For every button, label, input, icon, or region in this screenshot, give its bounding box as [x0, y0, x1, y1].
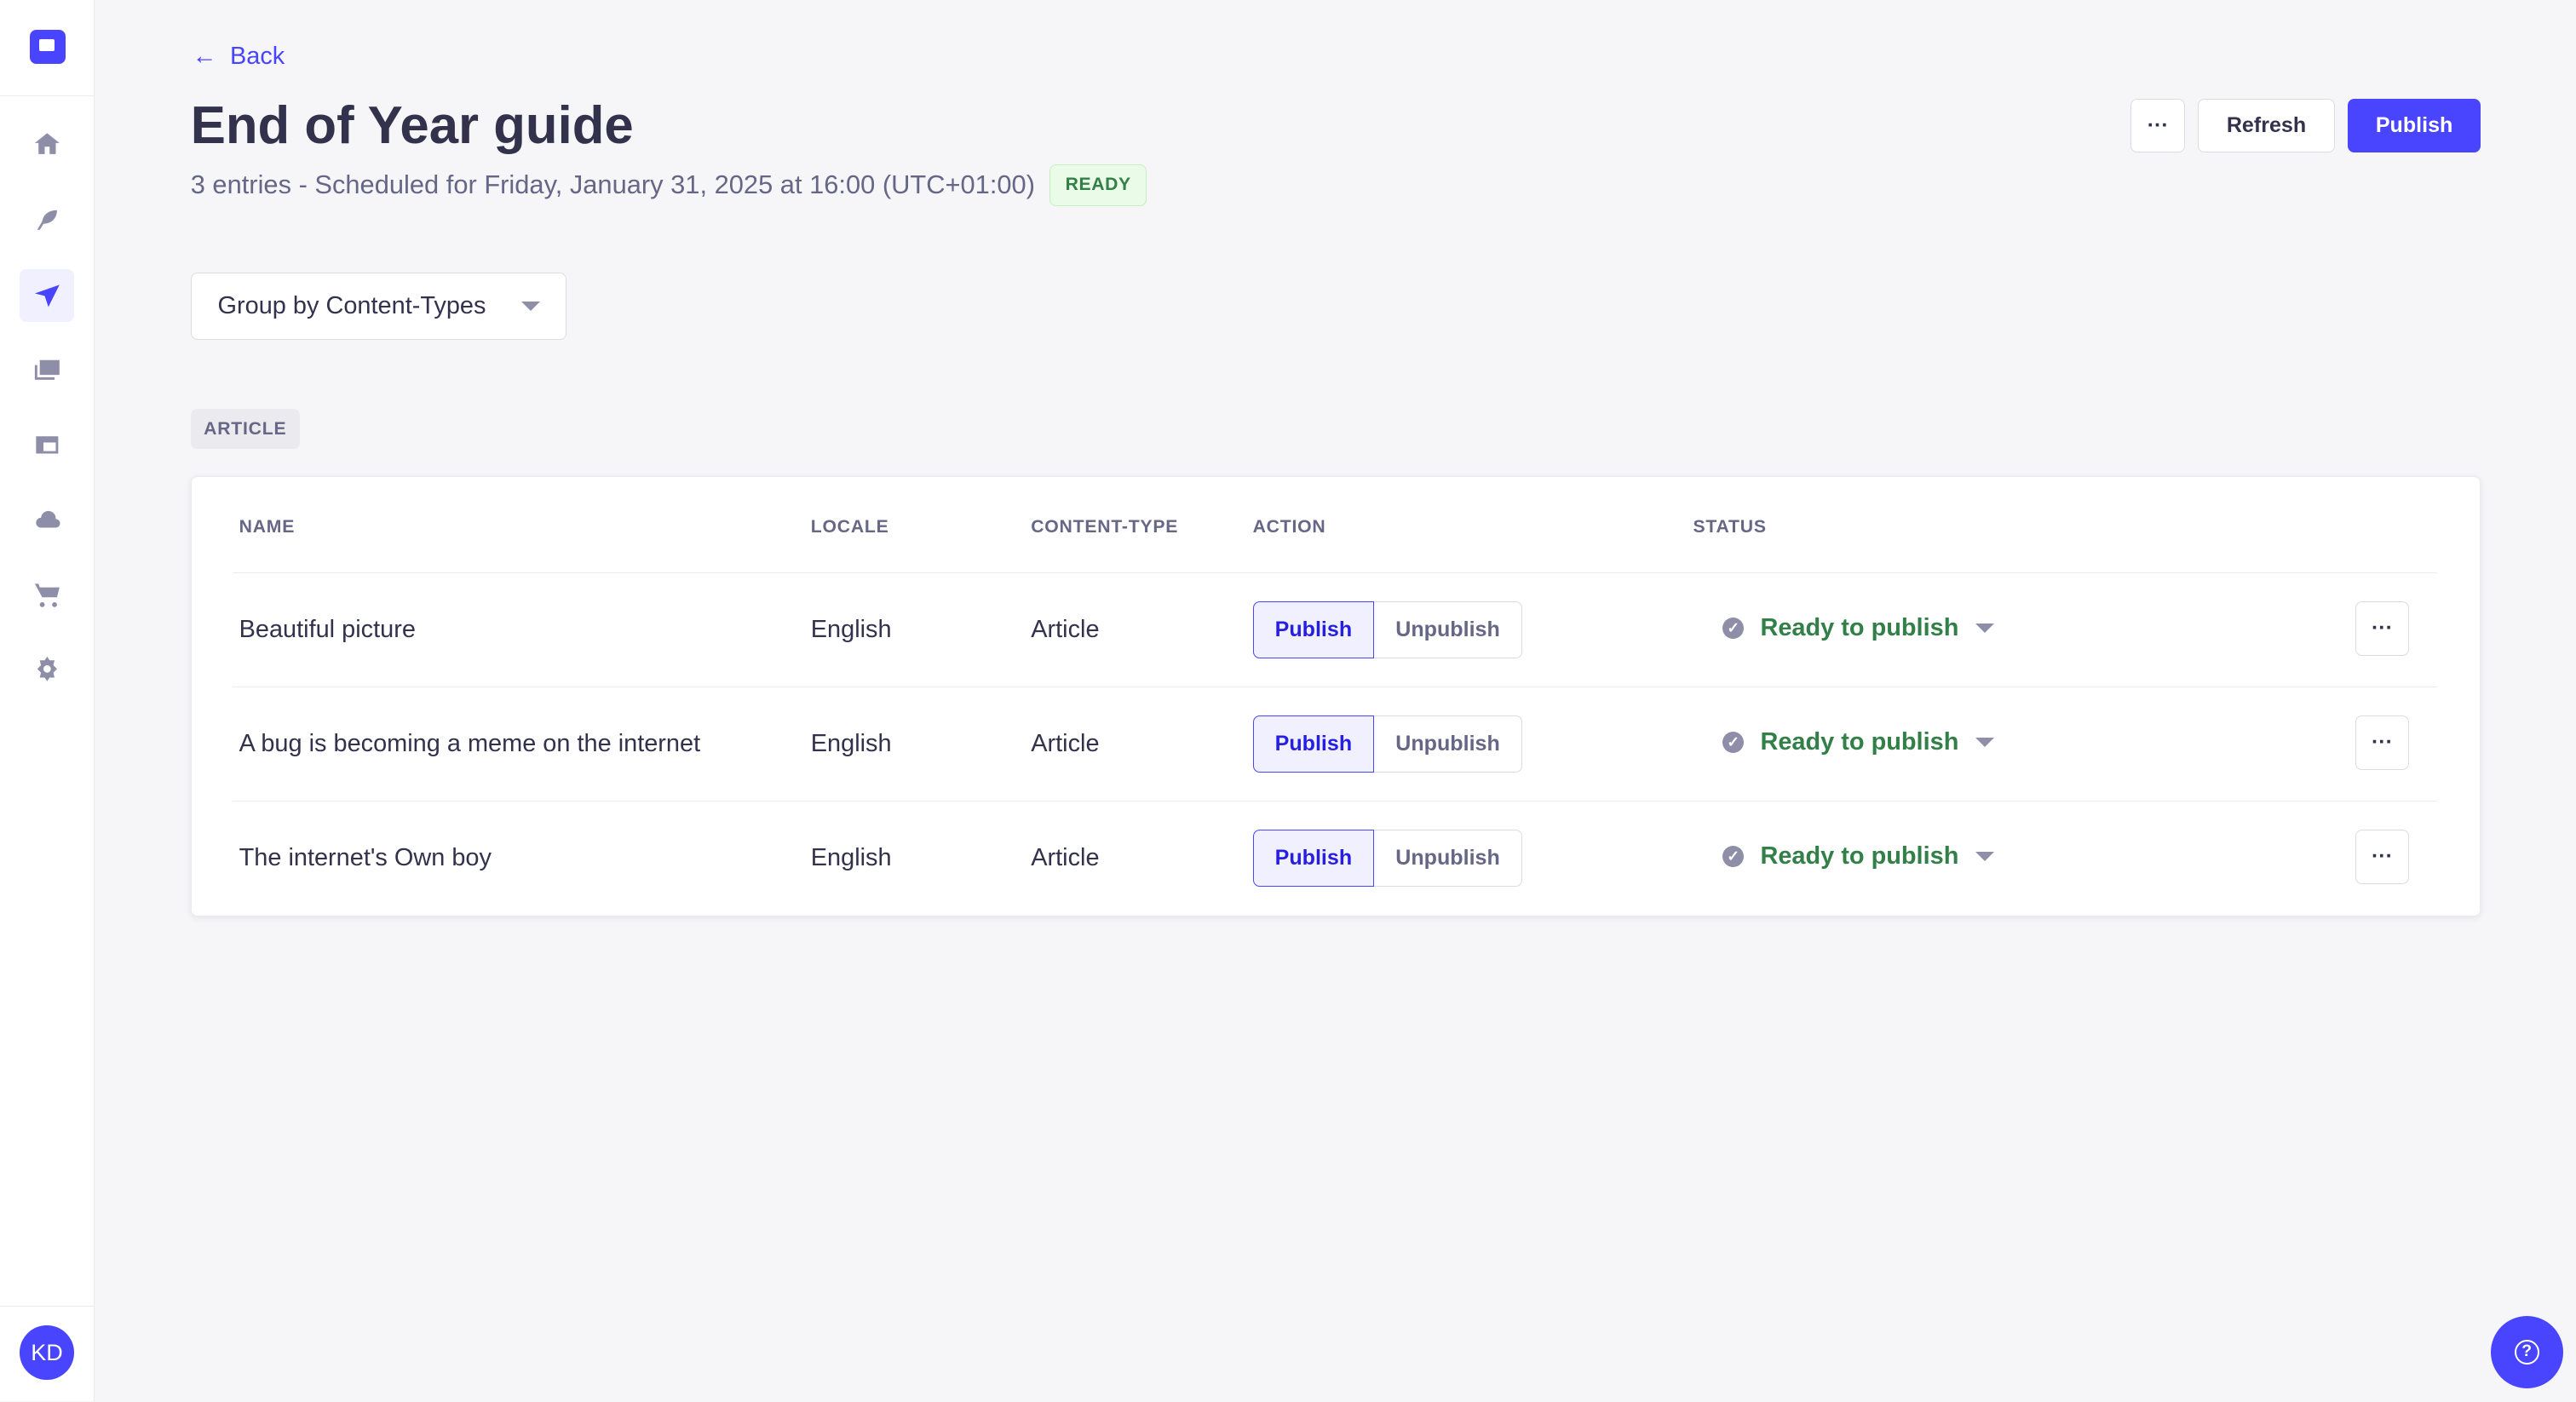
- publish-button[interactable]: Publish: [2347, 98, 2481, 153]
- cloud-icon: [35, 511, 60, 528]
- layout-icon: [35, 436, 58, 454]
- gear-icon: [37, 656, 57, 681]
- refresh-button[interactable]: Refresh: [2198, 98, 2335, 153]
- status-label: Ready to publish: [1760, 728, 1959, 756]
- divider: [0, 95, 94, 96]
- table-row: A bug is becoming a meme on the internet…: [232, 687, 2438, 801]
- avatar[interactable]: KD: [20, 1325, 74, 1381]
- column-header-status: STATUS: [1693, 516, 1767, 537]
- action-toggle: Publish Unpublish: [1252, 715, 1522, 773]
- cart-icon: [34, 583, 60, 607]
- sidebar-item-marketplace[interactable]: [20, 568, 74, 621]
- entry-content-type: Article: [1031, 616, 1100, 644]
- sidebar: KD: [0, 0, 95, 1402]
- column-header-action: ACTION: [1252, 516, 1326, 537]
- question-icon: ?: [2514, 1339, 2539, 1365]
- status-badge: READY: [1049, 164, 1147, 206]
- status-dropdown[interactable]: ✓ Ready to publish: [1722, 728, 1994, 756]
- logo[interactable]: [29, 29, 66, 65]
- status-dropdown[interactable]: ✓ Ready to publish: [1722, 842, 1994, 871]
- group-by-value: Group by Content-Types: [217, 292, 486, 320]
- schedule-text: 3 entries - Scheduled for Friday, Januar…: [190, 170, 1035, 200]
- row-more-button[interactable]: ···: [2355, 715, 2410, 770]
- publish-toggle[interactable]: Publish: [1252, 600, 1375, 659]
- caret-down-icon: [1975, 623, 1994, 633]
- group-label: ARTICLE: [190, 409, 300, 450]
- entry-locale: English: [810, 844, 892, 872]
- table-row: The internet's Own boy English Article P…: [232, 801, 2438, 915]
- unpublish-toggle[interactable]: Unpublish: [1374, 829, 1522, 888]
- arrow-left-icon: ←: [192, 43, 217, 71]
- unpublish-toggle[interactable]: Unpublish: [1374, 715, 1522, 773]
- release-subtitle: 3 entries - Scheduled for Friday, Januar…: [191, 164, 1147, 206]
- entry-locale: English: [810, 616, 892, 644]
- back-link[interactable]: ← Back: [193, 43, 285, 71]
- entry-name: The internet's Own boy: [239, 844, 492, 872]
- sidebar-item-settings[interactable]: [20, 642, 74, 695]
- sidebar-item-home[interactable]: [20, 118, 74, 171]
- home-icon: [34, 133, 60, 155]
- status-dropdown[interactable]: ✓ Ready to publish: [1722, 614, 1994, 642]
- divider: [0, 1306, 94, 1307]
- action-toggle: Publish Unpublish: [1252, 829, 1522, 888]
- status-label: Ready to publish: [1760, 842, 1959, 871]
- check-circle-icon: ✓: [1722, 732, 1745, 754]
- row-more-button[interactable]: ···: [2355, 829, 2410, 884]
- images-icon: [34, 359, 60, 380]
- action-toggle: Publish Unpublish: [1252, 600, 1522, 659]
- page-title: End of Year guide: [190, 95, 634, 155]
- sidebar-item-deploy[interactable]: [20, 493, 74, 546]
- entry-name: A bug is becoming a meme on the internet: [239, 730, 701, 758]
- publish-toggle[interactable]: Publish: [1252, 829, 1375, 888]
- paper-plane-icon: [34, 284, 60, 307]
- back-label: Back: [229, 43, 285, 71]
- entry-content-type: Article: [1031, 730, 1100, 758]
- entry-name: Beautiful picture: [239, 616, 416, 644]
- sidebar-item-content-type-builder[interactable]: [20, 419, 74, 472]
- entry-content-type: Article: [1031, 844, 1100, 872]
- sidebar-item-media-library[interactable]: [20, 343, 74, 396]
- caret-down-icon: [1975, 738, 1994, 747]
- entry-locale: English: [810, 730, 892, 758]
- column-header-locale: LOCALE: [810, 516, 889, 537]
- unpublish-toggle[interactable]: Unpublish: [1374, 600, 1522, 659]
- row-more-button[interactable]: ···: [2355, 600, 2410, 656]
- column-header-content-type: CONTENT-TYPE: [1031, 516, 1179, 537]
- publish-toggle[interactable]: Publish: [1252, 715, 1375, 773]
- feather-icon: [37, 210, 57, 230]
- group-by-select[interactable]: Group by Content-Types: [190, 273, 567, 341]
- help-button[interactable]: ?: [2490, 1315, 2563, 1388]
- column-header-name: NAME: [239, 516, 296, 537]
- check-circle-icon: ✓: [1722, 846, 1745, 868]
- more-actions-button[interactable]: ···: [2130, 98, 2186, 153]
- entries-table: NAME LOCALE CONTENT-TYPE ACTION STATUS B…: [190, 476, 2481, 917]
- table-row: Beautiful picture English Article Publis…: [232, 572, 2438, 687]
- caret-down-icon: [520, 302, 540, 311]
- sidebar-item-content-manager[interactable]: [20, 194, 74, 247]
- sidebar-item-releases[interactable]: [20, 269, 74, 322]
- caret-down-icon: [1975, 852, 1994, 861]
- check-circle-icon: ✓: [1722, 618, 1745, 640]
- status-label: Ready to publish: [1760, 614, 1959, 642]
